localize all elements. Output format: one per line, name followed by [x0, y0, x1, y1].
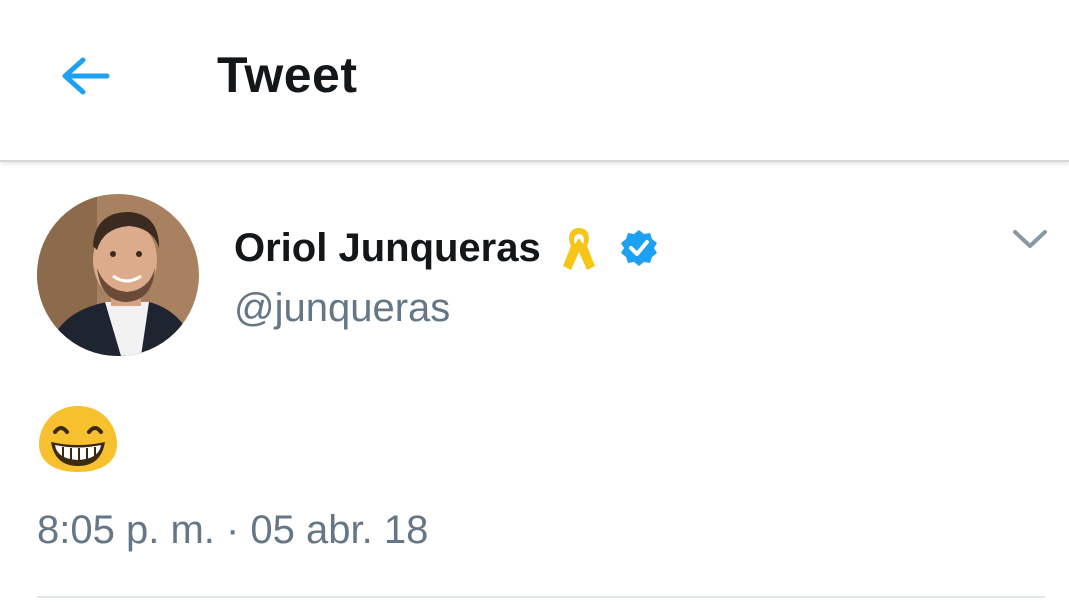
verified-icon	[620, 230, 657, 266]
grinning-face-icon	[39, 406, 117, 472]
author-name-row[interactable]: Oriol Junqueras	[234, 218, 659, 278]
tweet-timestamp: 8:05 p. m. · 05 abr. 18	[37, 508, 429, 552]
tweet-menu-button[interactable]	[1008, 224, 1052, 254]
author-name: Oriol Junqueras	[234, 225, 541, 270]
profile-photo	[37, 194, 199, 356]
avatar[interactable]	[37, 194, 199, 356]
yellow-ribbon-icon	[562, 228, 595, 270]
divider	[37, 596, 1045, 598]
page-title: Tweet	[217, 47, 358, 103]
arrow-left-icon	[62, 57, 110, 95]
back-button[interactable]	[52, 50, 118, 102]
author-handle[interactable]: @junqueras	[234, 286, 450, 331]
top-app-bar: Tweet	[0, 0, 1069, 162]
chevron-down-icon	[1013, 230, 1047, 248]
